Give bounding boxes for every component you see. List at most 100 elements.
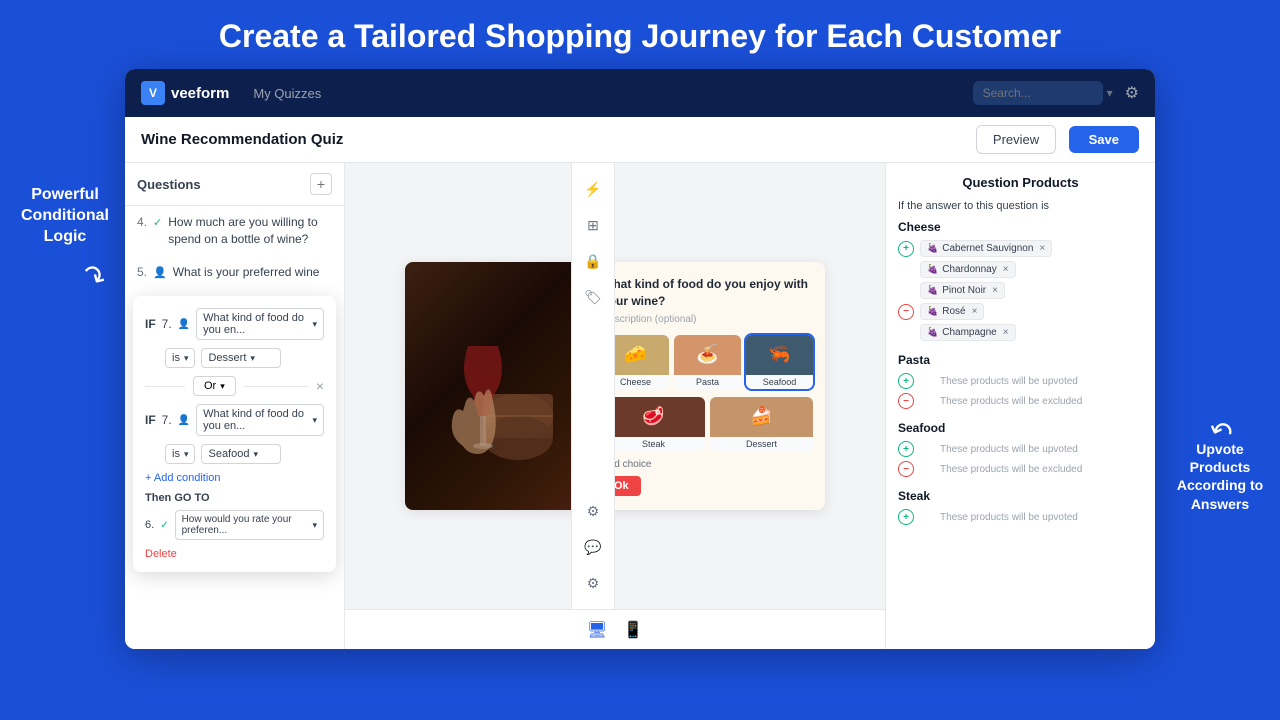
logic-box: IF 7. 👤 What kind of food do you en... ▾… bbox=[133, 296, 336, 572]
chevron-down-icon-val1: ▾ bbox=[250, 353, 255, 364]
search-dropdown-icon[interactable]: ▾ bbox=[1107, 86, 1113, 100]
food-item-pasta[interactable]: 🍝 Pasta bbox=[674, 335, 741, 389]
food-label-steak: Steak bbox=[602, 437, 705, 451]
product-tag-pinot: 🍇 Pinot Noir × bbox=[920, 282, 1005, 299]
quiz-card: What kind of food do you enjoy with your… bbox=[405, 262, 825, 510]
save-button[interactable]: Save bbox=[1069, 126, 1139, 153]
settings-icon-btn[interactable]: ⚙ bbox=[577, 495, 609, 527]
or-row: Or ▾ × bbox=[145, 376, 324, 396]
upvote-btn-seafood[interactable]: + bbox=[898, 441, 914, 457]
logic-is-select-1[interactable]: is ▾ bbox=[165, 348, 195, 368]
gear-icon-btn[interactable]: ⚙ bbox=[577, 567, 609, 599]
pinot-row: 🍇 Pinot Noir × bbox=[898, 282, 1143, 299]
food-item-seafood[interactable]: 🦐 Seafood bbox=[746, 335, 813, 389]
quiz-description: Description (optional) bbox=[602, 314, 813, 325]
quiz-preview-wrapper: What kind of food do you enjoy with your… bbox=[345, 163, 885, 609]
app-logo: V veeform bbox=[141, 81, 229, 105]
product-name-cabernet: Cabernet Sauvignon bbox=[942, 243, 1033, 254]
remove-champagne-icon[interactable]: × bbox=[1003, 327, 1009, 338]
logo-icon: V bbox=[141, 81, 165, 105]
lock-icon-btn[interactable]: 🔒 bbox=[577, 245, 609, 277]
remove-pinot-icon[interactable]: × bbox=[992, 285, 998, 296]
logic-is-select-2[interactable]: is ▾ bbox=[165, 444, 195, 464]
product-name-pinot: Pinot Noir bbox=[942, 285, 986, 296]
exclude-btn-cheese[interactable]: − bbox=[898, 304, 914, 320]
sliders-icon-btn[interactable]: ⚡ bbox=[577, 173, 609, 205]
gear-icon[interactable]: ⚙ bbox=[1125, 83, 1139, 103]
answer-section-steak: Steak + These products will be upvoted bbox=[898, 489, 1143, 525]
answer-title-seafood: Seafood bbox=[898, 421, 1143, 435]
answer-section-seafood: Seafood + These products will be upvoted… bbox=[898, 421, 1143, 477]
steak-upvote-placeholder: These products will be upvoted bbox=[940, 512, 1078, 523]
question-num-5: 5. bbox=[137, 265, 147, 279]
quiz-title: Wine Recommendation Quiz bbox=[141, 131, 343, 148]
goto-num: 6. bbox=[145, 519, 154, 531]
delete-link[interactable]: Delete bbox=[145, 548, 324, 560]
quiz-card-image bbox=[405, 262, 590, 510]
logic-qnum-1: 7. bbox=[162, 317, 172, 331]
annotation-right: Upvote Products According to Answers bbox=[1170, 440, 1270, 513]
upvote-row-seafood: + These products will be upvoted bbox=[898, 441, 1143, 457]
food-choices-row1: 🧀 Cheese 🍝 Pasta 🦐 Seafood bbox=[602, 335, 813, 389]
tag-icon-btn[interactable]: 🏷 bbox=[577, 281, 609, 313]
arrow-left-icon: ↷ bbox=[75, 256, 112, 296]
upvote-row-pasta: + These products will be upvoted bbox=[898, 373, 1143, 389]
add-condition-link[interactable]: + Add condition bbox=[145, 472, 324, 484]
logic-if-row-2: IF 7. 👤 What kind of food do you en... ▾ bbox=[145, 404, 324, 436]
chevron-down-icon-val2: ▾ bbox=[253, 449, 258, 460]
upvote-btn-steak[interactable]: + bbox=[898, 509, 914, 525]
answer-section-pasta: Pasta + These products will be upvoted −… bbox=[898, 353, 1143, 409]
logic-question-select-1[interactable]: What kind of food do you en... ▾ bbox=[196, 308, 324, 340]
add-choice-link[interactable]: Add choice bbox=[602, 459, 813, 470]
person-icon-logic2: 👤 bbox=[178, 415, 190, 426]
product-tag-champagne: 🍇 Champagne × bbox=[920, 324, 1016, 341]
logic-question-select-2[interactable]: What kind of food do you en... ▾ bbox=[196, 404, 324, 436]
question-item-5[interactable]: 5. 👤 What is your preferred wine bbox=[125, 256, 344, 289]
logic-value-select-1[interactable]: Dessert ▾ bbox=[201, 348, 281, 368]
exclude-btn-seafood[interactable]: − bbox=[898, 461, 914, 477]
food-item-dessert[interactable]: 🍰 Dessert bbox=[710, 397, 813, 451]
answer-title-pasta: Pasta bbox=[898, 353, 1143, 367]
food-item-steak[interactable]: 🥩 Steak bbox=[602, 397, 705, 451]
remove-chardonnay-icon[interactable]: × bbox=[1003, 264, 1009, 275]
chat-icon-btn[interactable]: 💬 bbox=[577, 531, 609, 563]
chevron-down-icon-or: ▾ bbox=[220, 381, 225, 392]
upvote-btn-cheese[interactable]: + bbox=[898, 241, 914, 257]
condition-text: If the answer to this question is bbox=[898, 200, 1143, 212]
exclude-btn-pasta[interactable]: − bbox=[898, 393, 914, 409]
upvote-btn-pasta[interactable]: + bbox=[898, 373, 914, 389]
product-tag-rose: 🍇 Rosé × bbox=[920, 303, 984, 320]
add-question-button[interactable]: + bbox=[310, 173, 332, 195]
chevron-down-icon-goto: ▾ bbox=[312, 520, 317, 531]
center-area: ⚡ ⊞ 🔒 🏷 ⚙ 💬 ⚙ bbox=[345, 163, 885, 649]
questions-header: Questions + bbox=[125, 163, 344, 206]
logic-value-select-2[interactable]: Seafood ▾ bbox=[201, 444, 281, 464]
mobile-icon[interactable]: 📱 bbox=[623, 620, 643, 640]
if-label-1: IF bbox=[145, 317, 156, 331]
chevron-down-icon-q2: ▾ bbox=[312, 415, 317, 426]
preview-button[interactable]: Preview bbox=[976, 125, 1056, 154]
right-panel-title: Question Products bbox=[898, 175, 1143, 190]
product-name-rose: Rosé bbox=[942, 306, 965, 317]
question-item-4[interactable]: 4. ✓ How much are you willing to spend o… bbox=[125, 206, 344, 256]
remove-cabernet-icon[interactable]: × bbox=[1039, 243, 1045, 254]
logic-question-text-1: What kind of food do you en... bbox=[203, 312, 308, 336]
desktop-icon[interactable]: 🖥 bbox=[587, 620, 607, 640]
logic-if-row-1: IF 7. 👤 What kind of food do you en... ▾ bbox=[145, 308, 324, 340]
main-content: Questions + 4. ✓ How much are you willin… bbox=[125, 163, 1155, 649]
header-actions: Preview Save bbox=[976, 125, 1139, 154]
right-panel: Question Products If the answer to this … bbox=[885, 163, 1155, 649]
remove-rose-icon[interactable]: × bbox=[972, 306, 978, 317]
nav-search-input[interactable] bbox=[973, 81, 1103, 105]
grape-icon-3: 🍇 bbox=[927, 285, 938, 296]
logic-question-text-2: What kind of food do you en... bbox=[203, 408, 308, 432]
nav-my-quizzes[interactable]: My Quizzes bbox=[253, 86, 321, 101]
grid-icon-btn[interactable]: ⊞ bbox=[577, 209, 609, 241]
goto-select[interactable]: How would you rate your preferen... ▾ bbox=[175, 510, 324, 540]
or-close-icon[interactable]: × bbox=[316, 378, 324, 394]
product-tag-chardonnay: 🍇 Chardonnay × bbox=[920, 261, 1016, 278]
question-num-4: 4. bbox=[137, 215, 147, 229]
or-button[interactable]: Or ▾ bbox=[193, 376, 236, 396]
app-window: V veeform My Quizzes ▾ ⚙ Wine Recommenda… bbox=[125, 69, 1155, 649]
person-icon-5: 👤 bbox=[153, 266, 167, 279]
